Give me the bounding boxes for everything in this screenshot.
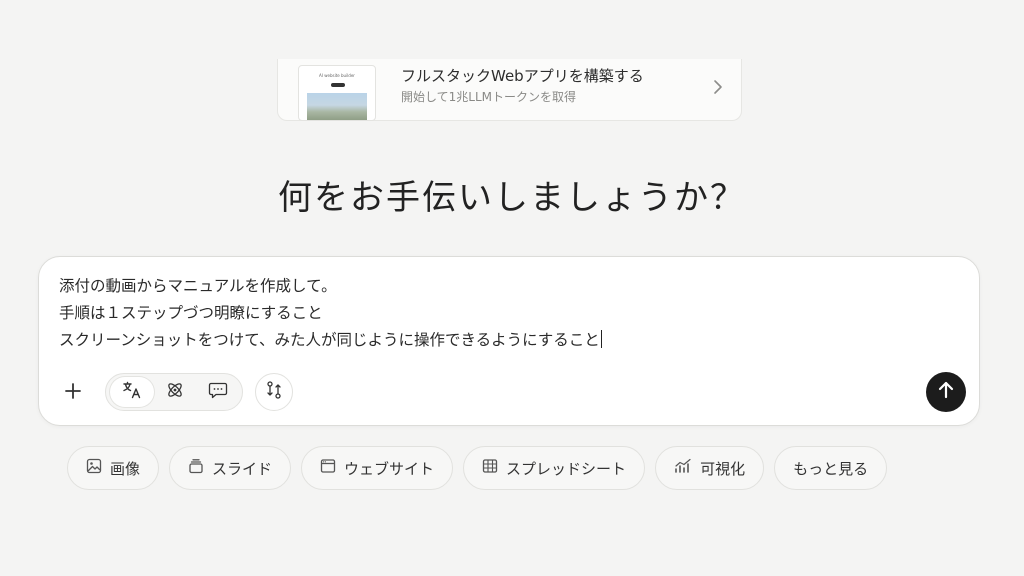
chat-mode-button[interactable]: [196, 377, 240, 407]
slides-icon: [188, 458, 204, 478]
prompt-line-2: 手順は１ステップづつ明瞭にすること: [59, 304, 323, 322]
chip-visualization[interactable]: 可視化: [655, 446, 765, 490]
chip-label: 画像: [110, 459, 141, 478]
chip-website[interactable]: ウェブサイト: [301, 446, 454, 490]
thumbnail-title: AI website builder: [319, 73, 355, 78]
thumbnail-button: [331, 83, 345, 87]
browser-icon: [320, 458, 336, 478]
promo-subtitle: 開始して1兆LLMトークンを取得: [401, 90, 577, 104]
image-icon: [86, 458, 102, 478]
translate-icon: [122, 381, 142, 403]
chat-bubble-icon: [208, 381, 228, 403]
prompt-input[interactable]: 添付の動画からマニュアルを作成して。 手順は１ステップづつ明瞭にすること スクリ…: [59, 273, 939, 354]
chip-more[interactable]: もっと見る: [774, 446, 888, 490]
chip-label: もっと見る: [793, 459, 869, 478]
prompt-line-3: スクリーンショットをつけて、みた人が同じように操作できるようにすること: [59, 327, 939, 354]
page-title: 何をお手伝いしましょうか？: [278, 178, 746, 218]
app-page: AI website builder フルスタックWebアプリを構築する 開始し…: [0, 0, 1024, 576]
suggestion-chips: 画像 スライド ウェブサイト スプレッドシート 可視化 もっと見る: [67, 446, 888, 490]
chip-label: スライド: [212, 459, 273, 478]
chevron-right-icon: [713, 79, 723, 95]
chip-label: スプレッドシート: [506, 459, 627, 478]
chip-spreadsheet[interactable]: スプレッドシート: [463, 446, 646, 490]
chip-label: 可視化: [700, 459, 746, 478]
promo-text: フルスタックWebアプリを構築する 開始して1兆LLMトークンを取得: [401, 65, 644, 106]
chip-image[interactable]: 画像: [67, 446, 160, 490]
promo-thumbnail: AI website builder: [298, 65, 376, 121]
prompt-composer[interactable]: 添付の動画からマニュアルを作成して。 手順は１ステップづつ明瞭にすること スクリ…: [38, 256, 980, 426]
connector-icon: [264, 380, 284, 404]
arrow-up-icon: [938, 381, 954, 403]
connectors-button[interactable]: [255, 373, 293, 411]
promo-title: フルスタックWebアプリを構築する: [401, 67, 644, 85]
plus-icon: [64, 382, 82, 405]
atom-icon: [165, 380, 185, 404]
promo-banner[interactable]: AI website builder フルスタックWebアプリを構築する 開始し…: [277, 59, 742, 121]
send-button[interactable]: [926, 372, 966, 412]
table-icon: [482, 458, 498, 478]
mode-selector: [105, 373, 243, 411]
text-caret: [600, 330, 602, 348]
translate-mode-button[interactable]: [110, 377, 154, 407]
chart-icon: [674, 458, 692, 478]
chip-label: ウェブサイト: [344, 459, 435, 478]
add-attachment-button[interactable]: [55, 375, 91, 411]
agent-mode-button[interactable]: [153, 377, 197, 407]
thumbnail-landscape-image: [307, 93, 367, 120]
prompt-line-1: 添付の動画からマニュアルを作成して。: [59, 277, 337, 295]
chip-slides[interactable]: スライド: [169, 446, 292, 490]
prompt-line-3-text: スクリーンショットをつけて、みた人が同じように操作できるようにすること: [59, 331, 600, 349]
